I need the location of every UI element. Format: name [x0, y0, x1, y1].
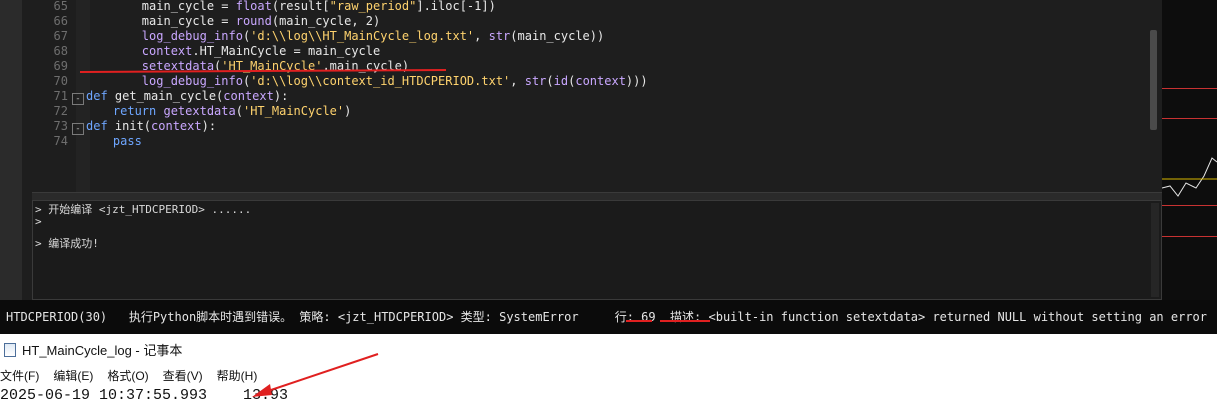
editor-scrollbar[interactable]: [1150, 30, 1157, 130]
code-token: str: [524, 74, 547, 88]
code-token: 'd:\\log\\HT_MainCycle_log.txt': [250, 29, 475, 43]
menu-edit[interactable]: 编辑(E): [53, 367, 93, 384]
code-token: "raw_period": [329, 0, 417, 13]
code-token: return: [84, 104, 164, 118]
code-token: 'HT_MainCycle': [242, 104, 345, 118]
code-token: (result[: [271, 0, 330, 13]
output-line: > 编译成功!: [35, 237, 99, 250]
line-number: 67: [53, 29, 68, 43]
code-token: ))): [625, 74, 648, 88]
left-panel: [0, 0, 22, 300]
line-number: 66: [53, 14, 68, 28]
code-token: ,: [510, 74, 525, 88]
notepad-title-bar: HT_MainCycle_log - 记事本: [4, 340, 182, 359]
code-token: pass: [84, 134, 142, 148]
code-token: float: [235, 0, 272, 13]
line-number: 73: [53, 119, 68, 133]
code-line[interactable]: 65 main_cycle = float(result["raw_period…: [48, 0, 496, 14]
code-token: context: [223, 89, 274, 103]
code-token: log_debug_info: [84, 74, 243, 88]
code-line[interactable]: 70 log_debug_info ( 'd:\\log\\context_id_H…: [48, 74, 648, 89]
chart-line: [1161, 157, 1217, 197]
code-token: ):: [201, 119, 217, 133]
code-token: 'HT_MainCycle': [221, 59, 323, 73]
menu-help[interactable]: 帮助(H): [217, 367, 258, 384]
code-token: def: [86, 119, 115, 133]
output-line: > 开始编译 <jzt_HTDCPERIOD> ......: [35, 203, 252, 216]
notepad-icon: [4, 342, 16, 357]
code-line[interactable]: 71- def get_main_cycle(context):: [48, 89, 289, 105]
code-token: ].iloc[-1]): [416, 0, 496, 13]
notepad-menu-bar: 文件(F) 编辑(E) 格式(O) 查看(V) 帮助(H): [0, 367, 271, 384]
code-token: round: [235, 14, 272, 28]
compile-output-panel: > 开始编译 <jzt_HTDCPERIOD> ...... > > 编译成功!: [32, 200, 1162, 300]
code-token: init(: [114, 119, 152, 133]
ide-window: 65 main_cycle = float(result["raw_period…: [0, 0, 1217, 334]
code-token: def: [86, 89, 115, 103]
code-line[interactable]: 74 pass: [48, 134, 142, 149]
code-line[interactable]: 72 return getextdata('HT_MainCycle'): [48, 104, 352, 119]
chart-guide-line: [1162, 205, 1217, 206]
line-number: 74: [53, 134, 68, 148]
notepad-text-content[interactable]: 2025-06-19 10:37:55.993 13.93: [0, 387, 288, 404]
line-number: 71: [53, 89, 68, 103]
menu-file[interactable]: 文件(F): [0, 367, 39, 384]
code-token: .HT_MainCycle = main_cycle: [192, 44, 381, 58]
chart-guide-line: [1162, 236, 1217, 237]
code-token: str: [488, 29, 511, 43]
code-token: context: [151, 119, 202, 133]
line-number: 69: [53, 59, 68, 73]
code-token: main_cycle =: [84, 0, 236, 13]
code-line[interactable]: 69 setextdata('HT_MainCycle',main_cycle): [48, 59, 410, 74]
left-panel-edge: [22, 0, 32, 300]
menu-view[interactable]: 查看(V): [163, 367, 203, 384]
code-token: (main_cycle, 2): [271, 14, 381, 28]
output-line: >: [35, 215, 42, 228]
code-token: setextdata: [84, 59, 215, 73]
line-number: 68: [53, 44, 68, 58]
line-number: 72: [53, 104, 68, 118]
chart-guide-line: [1162, 118, 1217, 119]
code-line[interactable]: 66 main_cycle = round(main_cycle, 2): [48, 14, 381, 29]
code-token: id: [553, 74, 569, 88]
notepad-window: HT_MainCycle_log - 记事本 文件(F) 编辑(E) 格式(O)…: [0, 334, 1217, 412]
error-status-bar: HTDCPERIOD(30) 执行Python脚本时遇到错误。 策略: <jzt…: [0, 300, 1217, 334]
code-token: ,main_cycle): [322, 59, 410, 73]
code-token: context: [575, 74, 626, 88]
output-scrollbar[interactable]: [1151, 203, 1159, 297]
line-number: 65: [53, 0, 68, 13]
code-token: log_debug_info: [84, 29, 243, 43]
notepad-title: HT_MainCycle_log - 记事本: [22, 343, 183, 358]
chart-guide-line: [1162, 88, 1217, 89]
code-line[interactable]: 68 context.HT_MainCycle = main_cycle: [48, 44, 381, 59]
code-token: (main_cycle)): [510, 29, 605, 43]
chart-panel: [1161, 0, 1217, 300]
code-token: getextdata: [163, 104, 236, 118]
code-token: 'd:\\log\\context_id_HTDCPERIOD.txt': [250, 74, 511, 88]
code-token: ,: [474, 29, 489, 43]
code-token: ):: [273, 89, 289, 103]
code-token: get_main_cycle(: [114, 89, 224, 103]
code-line[interactable]: 73- def init(context):: [48, 119, 217, 135]
code-token: (: [235, 104, 243, 118]
code-token: main_cycle =: [84, 14, 236, 28]
code-token: (: [546, 74, 554, 88]
code-token: ): [344, 104, 352, 118]
menu-format[interactable]: 格式(O): [107, 367, 148, 384]
code-line[interactable]: 67 log_debug_info('d:\\log\\HT_MainCycle…: [48, 29, 605, 44]
code-token: context: [84, 44, 193, 58]
error-message: HTDCPERIOD(30) 执行Python脚本时遇到错误。 策略: <jzt…: [6, 310, 1207, 324]
line-number: 70: [53, 74, 68, 88]
